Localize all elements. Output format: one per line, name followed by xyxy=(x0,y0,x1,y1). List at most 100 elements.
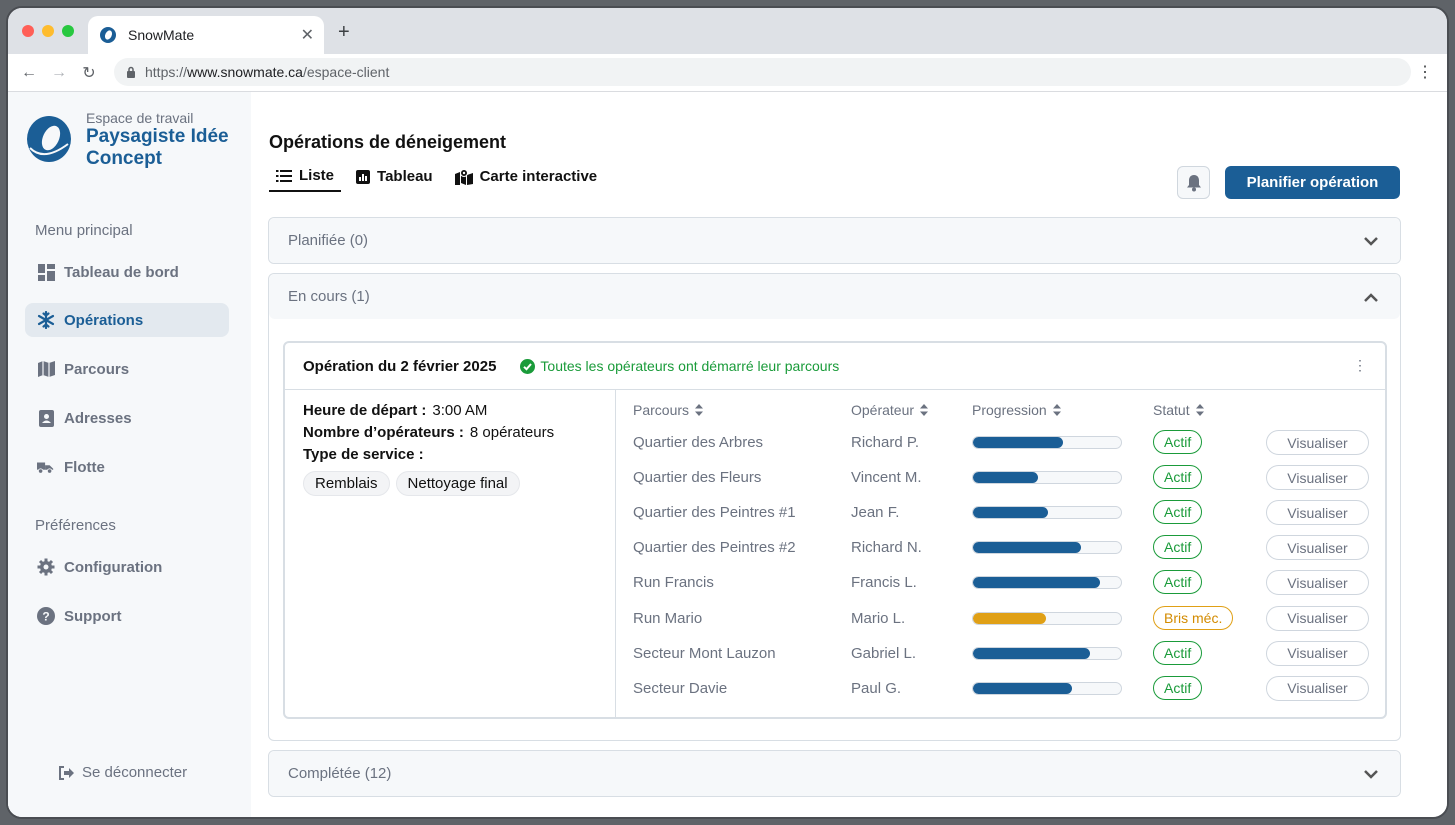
sidebar-item-label: Tableau de bord xyxy=(64,263,179,281)
section-header-planned[interactable]: Planifiée (0) xyxy=(269,218,1400,263)
url-bar[interactable]: https://www.snowmate.ca/espace-client xyxy=(114,58,1411,86)
sidebar-item-operations[interactable]: Opérations xyxy=(25,303,229,337)
route-name: Secteur Davie xyxy=(633,679,728,697)
snowmate-favicon-icon xyxy=(98,25,118,45)
departure-label: Heure de départ : xyxy=(303,402,427,419)
logout-button[interactable]: Se déconnecter xyxy=(58,764,187,781)
status-badge: Actif xyxy=(1153,640,1203,665)
close-tab-icon[interactable]: ✕ xyxy=(301,25,314,45)
operation-title: Opération du 2 février 2025 xyxy=(303,357,497,375)
view-route-button[interactable]: Visualiser xyxy=(1266,500,1369,526)
table-row: Secteur Davie Paul G. Actif Visualiser xyxy=(616,673,1385,708)
url-prefix: https:// xyxy=(145,64,188,80)
browser-menu-icon[interactable]: ⋮ xyxy=(1417,62,1433,82)
table-row: Quartier des Peintres #2 Richard N. Actif V… xyxy=(616,532,1385,567)
reload-icon[interactable]: ↻ xyxy=(74,63,104,83)
tab-table[interactable]: Tableau xyxy=(349,167,440,192)
operator-name: Jean F. xyxy=(851,504,900,522)
tab-interactive-map[interactable]: Carte interactive xyxy=(448,167,605,192)
sidebar-item-routes[interactable]: Parcours xyxy=(25,352,229,386)
plan-operation-button[interactable]: Planifier opération xyxy=(1225,166,1400,199)
operator-name: Gabriel L. xyxy=(851,644,917,662)
lock-icon xyxy=(126,66,136,78)
view-route-button[interactable]: Visualiser xyxy=(1266,675,1369,701)
operators-value: 8 opérateurs xyxy=(469,424,555,441)
chevron-down-icon[interactable] xyxy=(1364,766,1378,784)
progress-fill xyxy=(973,647,1090,659)
status-badge: Actif xyxy=(1153,430,1203,454)
view-route-button[interactable]: Visualiser xyxy=(1266,570,1369,596)
sidebar-item-addresses[interactable]: Adresses xyxy=(25,401,229,435)
progress-fill xyxy=(973,437,1064,448)
check-circle-icon xyxy=(520,358,536,374)
column-header-status[interactable]: Statut xyxy=(1153,402,1204,418)
section-header-completed[interactable]: Complétée (12) xyxy=(269,751,1400,796)
minimize-window-button[interactable] xyxy=(42,25,54,37)
operation-header: Opération du 2 février 2025 Toutes les o… xyxy=(285,343,1385,390)
sidebar-item-label: Parcours xyxy=(64,360,130,378)
browser-window: SnowMate ✕ + ← → ↻ https://www.snowmate.… xyxy=(6,6,1449,819)
tab-label: Tableau xyxy=(377,168,433,185)
help-icon: ? xyxy=(37,607,55,625)
browser-tab[interactable]: SnowMate ✕ xyxy=(88,16,324,54)
forward-arrow-icon[interactable]: → xyxy=(44,64,74,82)
column-header-operator[interactable]: Opérateur xyxy=(851,402,929,418)
column-header-progress[interactable]: Progression xyxy=(972,402,1061,418)
operation-menu-icon[interactable]: ⋮ xyxy=(1353,357,1367,374)
section-header-in-progress[interactable]: En cours (1) xyxy=(269,274,1400,319)
window-controls xyxy=(22,25,74,37)
column-label: Statut xyxy=(1153,402,1190,418)
sidebar-item-fleet[interactable]: Flotte xyxy=(25,450,229,484)
sidebar-item-label: Adresses xyxy=(64,409,132,427)
progress-fill xyxy=(973,682,1073,694)
operator-name: Richard N. xyxy=(851,539,922,557)
chevron-up-icon[interactable] xyxy=(1364,289,1378,307)
sidebar-item-support[interactable]: ? Support xyxy=(25,599,229,633)
progress-bar xyxy=(972,611,1122,625)
address-row: ← → ↻ https://www.snowmate.ca/espace-cli… xyxy=(8,54,1447,92)
view-switcher: Liste Tableau Carte interactive xyxy=(269,167,612,192)
sort-icon xyxy=(695,404,704,416)
sidebar-item-label: Configuration xyxy=(64,558,163,576)
workspace-label: Espace de travail xyxy=(86,110,194,126)
table-row: Run Mario Mario L. Bris méc. Visualiser xyxy=(616,603,1385,638)
column-label: Parcours xyxy=(633,402,690,418)
close-window-button[interactable] xyxy=(22,25,34,37)
chevron-down-icon[interactable] xyxy=(1364,233,1378,251)
list-icon xyxy=(276,169,292,182)
address-book-icon xyxy=(37,409,55,427)
view-route-button[interactable]: Visualiser xyxy=(1266,465,1369,491)
new-tab-button[interactable]: + xyxy=(338,21,350,44)
operator-name: Francis L. xyxy=(851,574,917,592)
map-icon xyxy=(37,360,55,378)
tab-title: SnowMate xyxy=(128,27,195,43)
operation-details: Heure de départ : 3:00 AM Nombre d’opérat… xyxy=(285,390,616,717)
sidebar-item-configuration[interactable]: Configuration xyxy=(25,550,229,584)
view-route-button[interactable]: Visualiser xyxy=(1266,430,1369,455)
status-badge: Actif xyxy=(1153,500,1203,525)
maximize-window-button[interactable] xyxy=(62,25,74,37)
section-planned: Planifiée (0) xyxy=(268,217,1401,264)
page-title: Opérations de déneigement xyxy=(269,132,507,152)
section-completed: Complétée (12) xyxy=(268,750,1401,797)
service-label: Type de service : xyxy=(303,446,424,463)
route-name: Quartier des Fleurs xyxy=(633,469,762,487)
view-route-button[interactable]: Visualiser xyxy=(1266,535,1369,561)
sidebar-item-dashboard[interactable]: Tableau de bord xyxy=(25,255,229,289)
back-arrow-icon[interactable]: ← xyxy=(14,64,44,82)
table-row: Run Francis Francis L. Actif Visualiser xyxy=(616,567,1385,602)
tab-list[interactable]: Liste xyxy=(269,167,342,192)
snowflake-icon xyxy=(37,311,55,329)
view-route-button[interactable]: Visualiser xyxy=(1266,640,1369,666)
view-route-button[interactable]: Visualiser xyxy=(1266,605,1369,631)
table-row: Quartier des Fleurs Vincent M. Actif Visual… xyxy=(616,462,1385,497)
logout-icon xyxy=(58,765,74,780)
sort-icon xyxy=(920,404,929,416)
route-name: Run Francis xyxy=(633,574,714,592)
column-label: Opérateur xyxy=(851,402,915,418)
status-badge: Bris méc. xyxy=(1153,605,1234,630)
progress-bar xyxy=(972,541,1122,555)
workspace-name: Paysagiste Idée Concept xyxy=(86,126,229,169)
notifications-button[interactable] xyxy=(1177,166,1210,199)
column-header-route[interactable]: Parcours xyxy=(633,402,704,418)
